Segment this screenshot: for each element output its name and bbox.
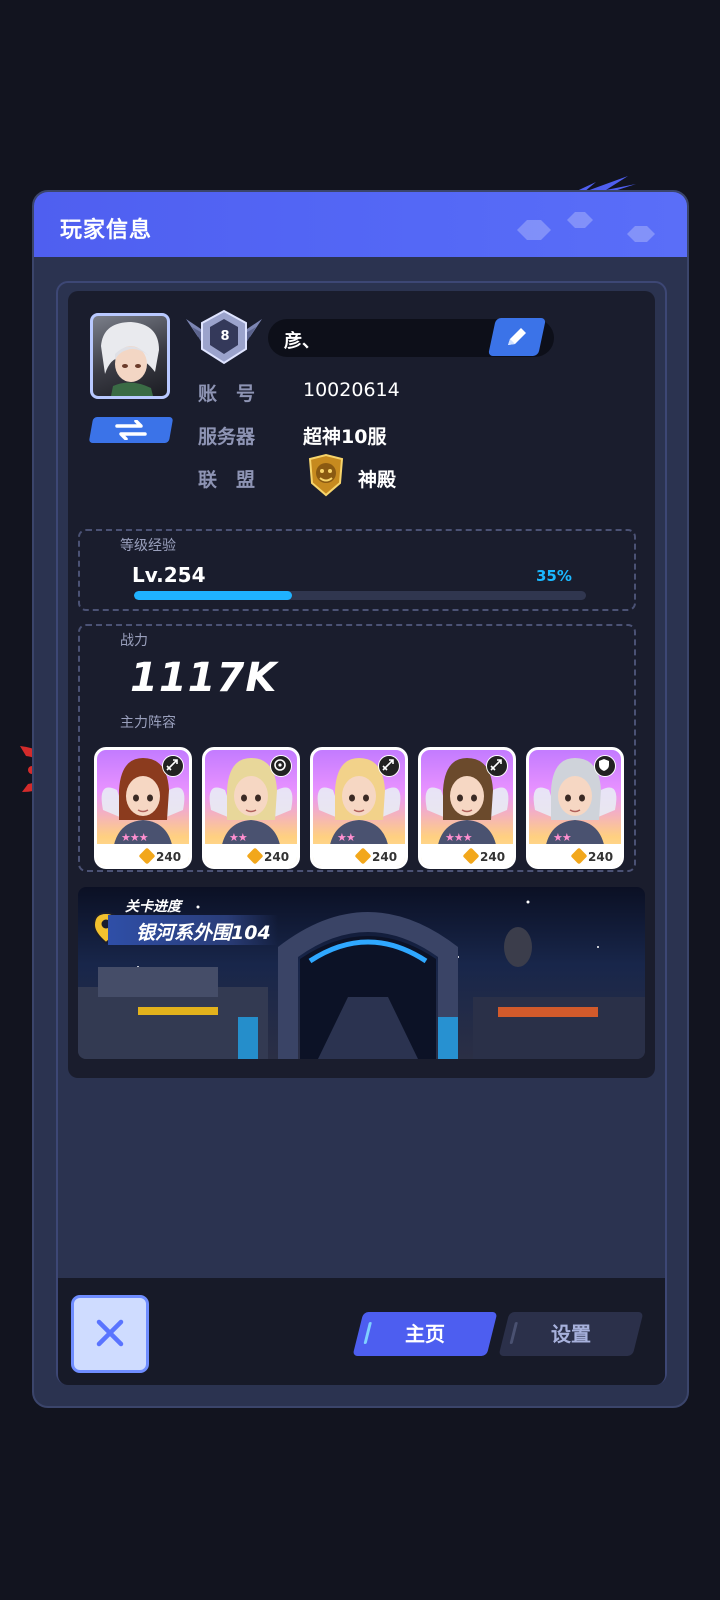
stage-label: 关卡进度 — [125, 899, 181, 915]
hero-card[interactable]: ★★ 240 — [310, 747, 408, 869]
shield-icon — [599, 759, 609, 771]
info-card: 8 彦、 账 号 10020614 服务器 超神10服 联 盟 神殿 等级经验 … — [68, 291, 655, 1078]
stage-value: 银河系外围104 — [136, 922, 271, 944]
alliance-label: 联 盟 — [198, 469, 256, 491]
tab-settings[interactable]: 设置 — [498, 1312, 644, 1356]
hero-class-icon — [378, 755, 400, 777]
account-label: 账 号 — [198, 383, 256, 405]
close-button[interactable] — [71, 1295, 149, 1373]
swap-avatar-button[interactable] — [88, 417, 174, 443]
panel-title: 玩家信息 — [60, 218, 153, 243]
hero-class-icon — [270, 755, 292, 777]
player-info-panel: 玩家信息 8 彦、 账 号 10020614 服务器 超神10服 联 盟 神殿 … — [32, 190, 689, 1408]
archer-icon — [382, 759, 394, 771]
server-label: 服务器 — [198, 426, 256, 448]
experience-label: 等级经验 — [120, 538, 176, 554]
level-text: Lv.254 — [132, 563, 206, 587]
archer-icon — [166, 759, 178, 771]
hero-stars: ★★★ — [121, 831, 149, 844]
hero-level: 240 — [264, 850, 290, 864]
hero-stars: ★★ — [337, 831, 356, 844]
power-label: 战力 — [120, 633, 148, 649]
hero-level: 240 — [372, 850, 398, 864]
server-value: 超神10服 — [303, 426, 387, 448]
stage-banner[interactable]: 关卡进度 银河系外围104 — [78, 887, 645, 1059]
experience-percent: 35% — [536, 567, 572, 585]
account-value: 10020614 — [303, 379, 400, 401]
inner-frame: 8 彦、 账 号 10020614 服务器 超神10服 联 盟 神殿 等级经验 … — [56, 281, 667, 1385]
rank-level: 8 — [220, 329, 230, 344]
panel-header: 玩家信息 — [34, 192, 687, 257]
hero-stars: ★★ — [553, 831, 572, 844]
alliance-value: 神殿 — [358, 469, 397, 491]
player-avatar[interactable] — [90, 313, 170, 399]
alliance-emblem-icon — [308, 453, 344, 497]
avatar-portrait-icon — [101, 322, 159, 396]
hero-level: 240 — [480, 850, 506, 864]
lineup-label: 主力阵容 — [120, 715, 176, 731]
hero-card[interactable]: ★★★ 240 — [418, 747, 516, 869]
tab-home-label: 主页 — [405, 1322, 445, 1346]
hero-stars: ★★ — [229, 831, 248, 844]
hero-card[interactable]: ★★ 240 — [526, 747, 624, 869]
bottom-bar: 主页 设置 — [58, 1278, 665, 1385]
hero-card[interactable]: ★★★ 240 — [94, 747, 192, 869]
tab-home[interactable]: 主页 — [352, 1312, 498, 1356]
hero-level: 240 — [588, 850, 614, 864]
hero-stars: ★★★ — [445, 831, 473, 844]
swap-arrows-icon — [115, 420, 147, 440]
hero-card[interactable]: ★★ 240 — [202, 747, 300, 869]
close-icon — [96, 1319, 124, 1347]
edit-name-button[interactable] — [487, 318, 547, 356]
hero-level: 240 — [156, 850, 182, 864]
hero-class-icon — [162, 755, 184, 777]
hero-class-icon — [486, 755, 508, 777]
mage-icon — [274, 759, 286, 771]
hex-pattern-icon — [517, 212, 655, 242]
player-name: 彦、 — [284, 331, 320, 352]
power-value: 1117K — [130, 655, 278, 701]
archer-icon — [490, 759, 502, 771]
experience-bar-fill — [134, 591, 293, 600]
hero-class-icon — [594, 755, 616, 777]
tab-settings-label: 设置 — [551, 1322, 591, 1346]
pencil-icon — [508, 328, 526, 345]
experience-bar — [134, 591, 586, 600]
